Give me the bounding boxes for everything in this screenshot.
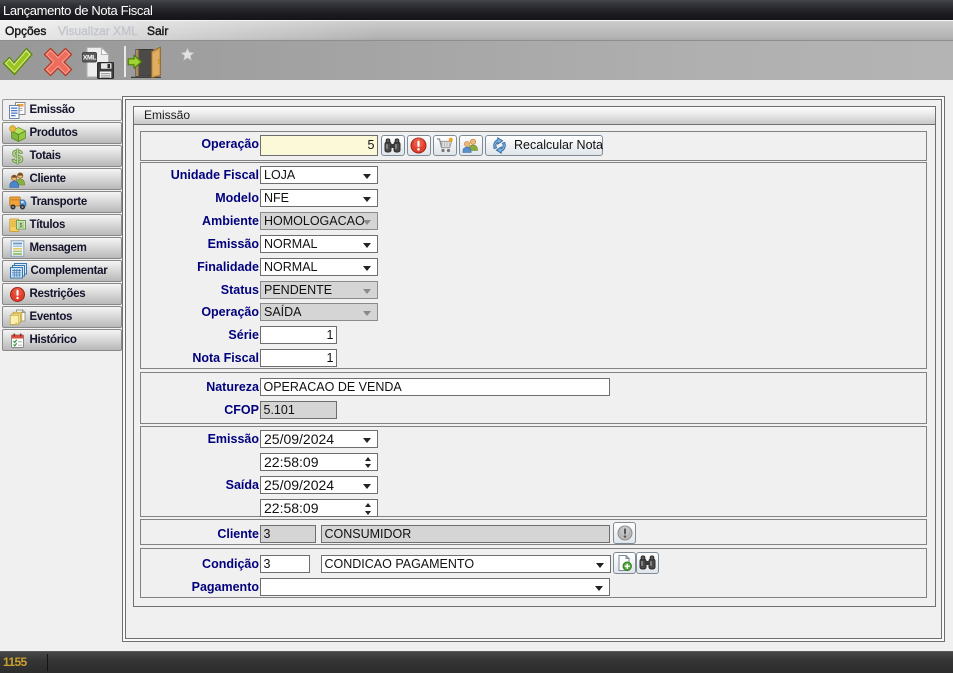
svg-text:XML: XML — [83, 55, 96, 62]
svg-text:5: 5 — [19, 222, 22, 228]
